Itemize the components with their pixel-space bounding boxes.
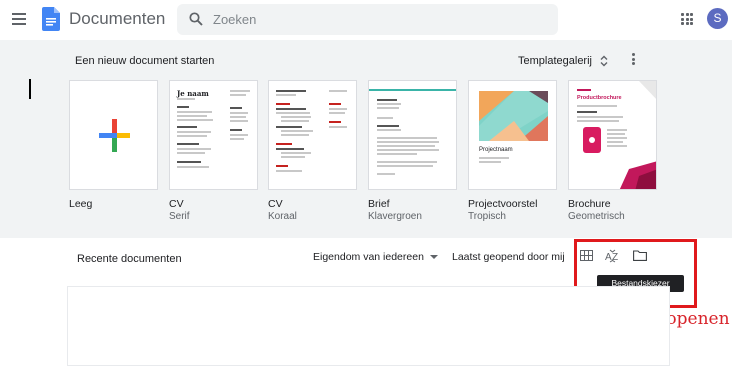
top-bar: Documenten S — [0, 0, 732, 40]
template-subtitle: Geometrisch — [568, 211, 625, 222]
template-name: Brief — [368, 198, 390, 210]
template-card-brief[interactable]: Brief Klavergroen — [368, 80, 457, 222]
template-card-cv-koraal[interactable]: CV Koraal — [268, 80, 357, 222]
recent-documents-heading: Recente documenten — [77, 253, 182, 265]
sort-last-opened-button[interactable]: Laatst geopend door mij — [452, 251, 565, 263]
dropdown-caret-icon — [429, 255, 438, 259]
plus-icon — [99, 119, 130, 152]
template-card-blank[interactable]: Leeg — [69, 80, 158, 211]
template-subtitle: Serif — [169, 211, 190, 222]
template-gallery-label: Templategalerij — [518, 55, 592, 67]
template-subtitle: Klavergroen — [368, 211, 422, 222]
more-options-icon[interactable] — [632, 53, 636, 67]
template-name: Leeg — [69, 198, 93, 210]
template-card-brochure[interactable]: Productbrochure Brochure Geometrisch — [568, 80, 657, 222]
template-name: CV — [169, 198, 184, 210]
hamburger-menu-icon[interactable] — [12, 13, 26, 25]
template-thumbnail[interactable]: Je naam — [169, 80, 258, 190]
text-cursor — [29, 79, 31, 99]
template-subtitle: Tropisch — [468, 211, 506, 222]
template-heading: Een nieuw document starten — [75, 55, 215, 67]
thumb-project-title: Projectnaam — [479, 147, 513, 153]
template-thumbnail[interactable]: Projectnaam — [468, 80, 557, 190]
recent-documents-list — [67, 286, 670, 366]
template-name: Projectvoorstel — [468, 198, 538, 210]
owner-filter-dropdown[interactable]: Eigendom van iedereen — [313, 251, 438, 263]
template-thumbnail[interactable] — [368, 80, 457, 190]
tropical-cover-art — [479, 91, 548, 141]
template-subtitle: Koraal — [268, 211, 297, 222]
template-gallery-button[interactable]: Templategalerij — [518, 52, 608, 70]
template-thumbnail[interactable]: Productbrochure — [568, 80, 657, 190]
avatar[interactable]: S — [707, 8, 728, 29]
template-card-cv-serif[interactable]: Je naam CV Serif — [169, 80, 258, 222]
search-input[interactable] — [213, 10, 543, 29]
expand-collapse-icon — [600, 55, 608, 67]
app-title[interactable]: Documenten — [69, 9, 165, 29]
google-docs-logo[interactable] — [42, 7, 60, 31]
template-thumbnail[interactable] — [268, 80, 357, 190]
geometric-pattern — [619, 81, 656, 189]
template-section: Een nieuw document starten Templategaler… — [0, 40, 732, 238]
apps-grid-icon[interactable] — [681, 13, 693, 25]
owner-filter-label: Eigendom van iedereen — [313, 251, 424, 263]
template-thumbnail[interactable] — [69, 80, 158, 190]
thumb-cv-name: Je naam — [177, 89, 209, 98]
search-icon[interactable] — [189, 12, 203, 26]
template-name: CV — [268, 198, 283, 210]
search-bar[interactable] — [177, 4, 558, 35]
template-card-projectvoorstel[interactable]: Projectnaam Projectvoorstel Tropisch — [468, 80, 557, 222]
template-name: Brochure — [568, 198, 611, 210]
